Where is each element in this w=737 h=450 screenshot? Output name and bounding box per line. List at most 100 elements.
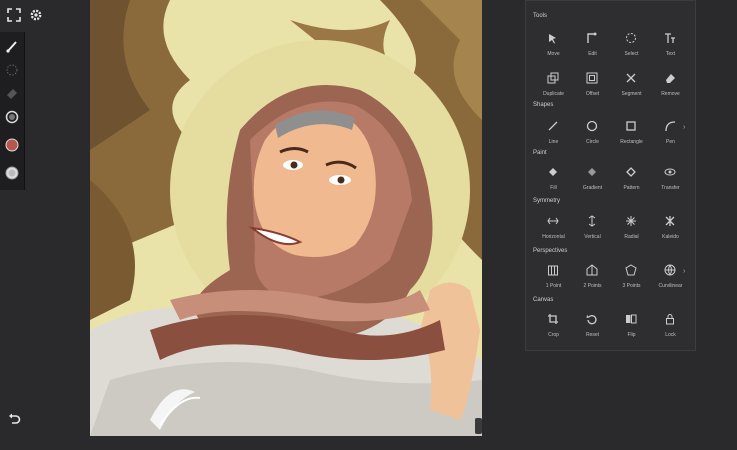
- tool-circle[interactable]: Circle: [573, 113, 612, 149]
- flip-icon: [624, 312, 638, 326]
- tool-flip[interactable]: Flip: [612, 306, 651, 342]
- tool-label: Fill: [550, 185, 557, 191]
- one-point-icon: [546, 263, 560, 277]
- section-title-paint: Paint: [533, 150, 547, 156]
- tool-one-point[interactable]: 1 Point: [534, 257, 573, 293]
- tool-label: Radial: [624, 234, 639, 240]
- tool-label: Edit: [588, 51, 597, 57]
- tool-label: Move: [547, 51, 560, 57]
- tool-label: Rectangle: [620, 139, 643, 145]
- edit-icon: [585, 31, 599, 45]
- pen-icon: [663, 119, 677, 133]
- line-icon: [546, 119, 560, 133]
- tool-rectangle[interactable]: Rectangle: [612, 113, 651, 149]
- tool-label: Select: [624, 51, 639, 57]
- tool-label: Curvilinear: [658, 283, 683, 289]
- tool-two-points[interactable]: 2 Points: [573, 257, 612, 293]
- duplicate-icon: [546, 71, 560, 85]
- fullscreen-icon[interactable]: [6, 8, 22, 24]
- tool-label: Vertical: [584, 234, 601, 240]
- tool-vertical-symmetry[interactable]: Vertical: [573, 208, 612, 244]
- tool-label: Text: [665, 51, 676, 57]
- tool-offset[interactable]: Offset: [573, 65, 612, 101]
- three-points-icon: [624, 263, 638, 277]
- transfer-icon: [663, 165, 677, 179]
- artwork-illustration: [90, 0, 482, 436]
- tools-panel: Tools Move Edit Select Text Duplicate Of…: [525, 0, 696, 351]
- radial-symmetry-icon: [624, 214, 638, 228]
- text-icon: [663, 31, 677, 45]
- lock-icon: [663, 312, 677, 326]
- tool-label: Line: [548, 139, 559, 145]
- tool-line[interactable]: Line: [534, 113, 573, 149]
- fill-icon: [546, 165, 560, 179]
- section-title-symmetry: Symmetry: [533, 198, 560, 204]
- tool-label: Kaleido: [662, 234, 679, 240]
- tool-move[interactable]: Move: [534, 25, 573, 61]
- remove-icon: [663, 71, 677, 85]
- tool-lock[interactable]: Lock: [651, 306, 690, 342]
- settings-gear-icon[interactable]: [28, 8, 44, 24]
- tool-label: 2 Points: [583, 283, 602, 289]
- tool-duplicate[interactable]: Duplicate: [534, 65, 573, 101]
- tool-label: 3 Points: [622, 283, 641, 289]
- eraser-icon[interactable]: [4, 85, 20, 101]
- brush-tool-icon[interactable]: [4, 38, 20, 54]
- select-icon: [624, 31, 638, 45]
- tool-label: Crop: [548, 332, 559, 338]
- pattern-icon: [624, 165, 638, 179]
- tool-edit[interactable]: Edit: [573, 25, 612, 61]
- tool-horizontal-symmetry[interactable]: Horizontal: [534, 208, 573, 244]
- tool-label: Transfer: [661, 185, 680, 191]
- tool-label: 1 Point: [545, 283, 562, 289]
- gradient-icon: [585, 165, 599, 179]
- tool-label: Flip: [627, 332, 636, 338]
- tool-segment[interactable]: Segment: [612, 65, 651, 101]
- curvilinear-icon: [663, 263, 677, 277]
- tool-crop[interactable]: Crop: [534, 306, 573, 342]
- brush-size-icon[interactable]: [4, 109, 20, 125]
- offset-icon: [585, 71, 599, 85]
- tool-label: Segment: [621, 91, 642, 97]
- chevron-right-icon[interactable]: ›: [683, 124, 689, 131]
- section-title-perspectives: Perspectives: [533, 248, 568, 254]
- tool-curvilinear[interactable]: Curvilinear: [651, 257, 690, 293]
- segment-icon: [624, 71, 638, 85]
- tool-pattern[interactable]: Pattern: [612, 159, 651, 195]
- tool-text[interactable]: Text: [651, 25, 690, 61]
- tool-label: Reset: [585, 332, 600, 338]
- tool-label: Horizontal: [542, 234, 565, 240]
- reset-icon: [585, 312, 599, 326]
- tool-select[interactable]: Select: [612, 25, 651, 61]
- rectangle-icon: [624, 119, 638, 133]
- crop-icon: [546, 312, 560, 326]
- section-title-canvas: Canvas: [533, 297, 554, 303]
- horizontal-symmetry-icon: [546, 214, 560, 228]
- drawing-canvas[interactable]: [90, 0, 482, 436]
- tool-remove[interactable]: Remove: [651, 65, 690, 101]
- undo-icon[interactable]: [6, 412, 22, 428]
- tool-fill[interactable]: Fill: [534, 159, 573, 195]
- tool-pen[interactable]: Pen: [651, 113, 690, 149]
- tool-radial-symmetry[interactable]: Radial: [612, 208, 651, 244]
- tool-label: Pen: [666, 139, 675, 145]
- active-color-swatch[interactable]: [4, 137, 20, 153]
- tool-transfer[interactable]: Transfer: [651, 159, 690, 195]
- tool-label: Remove: [661, 91, 680, 97]
- section-title-tools: Tools: [533, 13, 548, 19]
- tool-label: Duplicate: [543, 91, 564, 97]
- tool-gradient[interactable]: Gradient: [573, 159, 612, 195]
- canvas-scroll-handle[interactable]: [475, 418, 482, 434]
- tool-label: Offset: [585, 91, 600, 97]
- tool-three-points[interactable]: 3 Points: [612, 257, 651, 293]
- kaleido-icon: [663, 214, 677, 228]
- tool-label: Pattern: [623, 185, 640, 191]
- chevron-right-icon[interactable]: ›: [683, 268, 689, 275]
- tool-reset[interactable]: Reset: [573, 306, 612, 342]
- left-toolbar: [0, 32, 25, 190]
- tool-label: Lock: [665, 332, 676, 338]
- tool-kaleido[interactable]: Kaleido: [651, 208, 690, 244]
- eraser-dotted-icon[interactable]: [4, 62, 20, 78]
- tool-label: Gradient: [582, 185, 603, 191]
- opacity-icon[interactable]: [4, 165, 20, 181]
